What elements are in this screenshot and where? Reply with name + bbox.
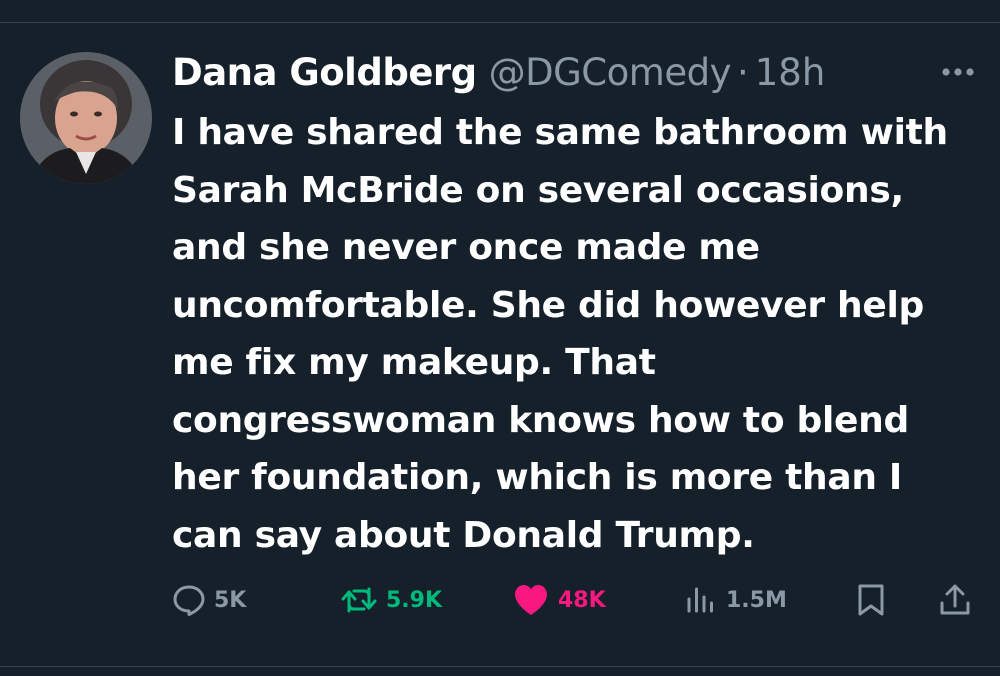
tweet-timestamp[interactable]: 18h: [755, 51, 826, 94]
header-separator: ·: [736, 50, 749, 94]
like-count: 48K: [558, 587, 606, 613]
reply-icon: [173, 585, 205, 616]
retweet-button[interactable]: 5.9K: [340, 582, 442, 618]
more-dots-icon: [942, 68, 974, 76]
tweet-header: Dana Goldberg @DGComedy · 18h: [172, 46, 825, 98]
views-count: 1.5M: [726, 587, 787, 613]
more-options-button[interactable]: [936, 58, 980, 86]
author-display-name[interactable]: Dana Goldberg: [172, 51, 477, 94]
author-handle[interactable]: @DGComedy: [489, 51, 732, 94]
views-button[interactable]: 1.5M: [684, 582, 787, 618]
avatar[interactable]: [20, 52, 152, 184]
reply-button[interactable]: 5K: [172, 582, 246, 618]
reply-count: 5K: [214, 587, 247, 613]
heart-icon: [515, 585, 547, 615]
bookmark-button[interactable]: [856, 582, 886, 618]
tweet-text: I have shared the same bathroom with Sar…: [172, 112, 948, 556]
share-button[interactable]: [938, 582, 972, 618]
retweet-count: 5.9K: [386, 587, 443, 613]
retweet-icon: [341, 587, 377, 613]
share-icon: [940, 584, 970, 615]
top-divider: [0, 22, 1000, 23]
bookmark-icon: [858, 584, 884, 616]
like-button[interactable]: 48K: [512, 582, 606, 618]
views-chart-icon: [687, 587, 713, 613]
bottom-divider: [0, 666, 1000, 667]
